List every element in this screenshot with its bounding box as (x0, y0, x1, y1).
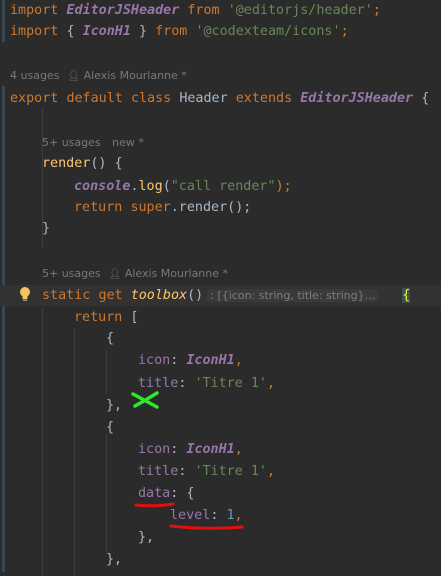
status-label[interactable]: new * (112, 136, 144, 149)
code-line-object-close[interactable]: }, (0, 549, 441, 570)
keyword: return (74, 310, 123, 325)
keyword: super (130, 200, 171, 215)
method-name: render (42, 156, 91, 171)
punctuation: . (130, 179, 139, 194)
code-line-toolbox-getter[interactable]: static get toolbox(): [{icon: string, ti… (0, 285, 441, 306)
codevision-hint-render[interactable]: 5+ usages new * (0, 134, 441, 152)
comma: , (234, 353, 243, 368)
code-line-icon-property[interactable]: icon: IconH1, (0, 439, 441, 460)
class-name: EditorJSHeader (66, 3, 180, 18)
codevision-hint-toolbox[interactable]: 5+ usages 👤︎ Alexis Mourlanne * (0, 265, 441, 283)
brace: { (106, 420, 115, 435)
code-line-data-property[interactable]: data: { (0, 483, 441, 504)
comma: , (267, 464, 276, 479)
keyword: static (42, 288, 91, 303)
property-key: data (138, 486, 171, 501)
keyword: import (10, 24, 59, 39)
keyword: get (98, 288, 123, 303)
brace: }, (106, 398, 123, 413)
matched-brace: { (402, 288, 411, 303)
class-name: IconH1 (82, 24, 131, 39)
code-line-object-open[interactable]: { (0, 417, 441, 438)
code-line-import-header[interactable]: import EditorJSHeader from '@editorjs/he… (0, 0, 441, 21)
semicolon: ; (340, 24, 349, 39)
usages-link[interactable]: 4 usages (10, 69, 59, 82)
string-literal: "call render" (170, 179, 276, 194)
author-label[interactable]: Alexis Mourlanne * (125, 267, 228, 280)
code-editor[interactable]: import EditorJSHeader from '@editorjs/he… (0, 0, 441, 576)
green-x-annotation (131, 391, 159, 409)
punctuation: : { (170, 486, 195, 501)
string-literal: '@codexteam/icons' (195, 24, 341, 39)
code-line-title-property[interactable]: title: 'Titre 1', (0, 461, 441, 482)
bracket: [ (122, 310, 139, 325)
string-literal: 'Titre 1' (194, 376, 267, 391)
keyword: extends (235, 91, 293, 106)
method-name: log (138, 179, 163, 194)
punctuation: : (170, 353, 187, 368)
codevision-hint-class[interactable]: 4 usages 👤︎ Alexis Mourlanne * (0, 67, 441, 85)
punctuation: () { (90, 156, 123, 171)
semicolon: ; (372, 3, 381, 18)
lightbulb-icon[interactable] (18, 286, 32, 302)
keyword: class (130, 91, 172, 106)
brace: }, (138, 530, 155, 545)
punctuation: : (178, 464, 195, 479)
string-literal: '@editorjs/header' (227, 3, 373, 18)
user-icon: 👤︎ (108, 269, 122, 280)
keyword: from (187, 3, 220, 18)
code-line-close-brace[interactable]: } (0, 218, 441, 239)
number-literal: 1 (226, 508, 235, 523)
property-key: title (138, 464, 179, 479)
property-key: title (138, 376, 179, 391)
code-line-return-super[interactable]: return super.render(); (0, 197, 441, 218)
code-line-import-icons[interactable]: import { IconH1 } from '@codexteam/icons… (0, 21, 441, 42)
punctuation: ); (275, 179, 292, 194)
identifier: IconH1 (186, 353, 235, 368)
usages-link[interactable]: 5+ usages (42, 267, 101, 280)
property-key: icon (138, 353, 171, 368)
brace: { (106, 331, 115, 346)
keyword: import (10, 3, 59, 18)
user-icon: 👤︎ (67, 71, 81, 82)
comma: , (267, 376, 276, 391)
brace: } (130, 24, 148, 39)
method-name: toolbox (130, 288, 188, 303)
property-key: level (170, 508, 211, 523)
code-line-class-declaration[interactable]: export default class Header extends Edit… (0, 88, 441, 109)
property-key: icon (138, 442, 171, 457)
author-label[interactable]: Alexis Mourlanne * (84, 69, 187, 82)
code-line-render-method[interactable]: render() { (0, 153, 441, 174)
brace: }, (106, 552, 123, 567)
class-name: Header (179, 91, 228, 106)
punctuation: () (187, 288, 204, 303)
brace: } (42, 221, 51, 236)
punctuation: : (210, 508, 227, 523)
code-line-icon-property[interactable]: icon: IconH1, (0, 350, 441, 371)
punctuation: ( (162, 179, 171, 194)
usages-link[interactable]: 5+ usages (42, 136, 101, 149)
code-line-object-open[interactable]: { (0, 328, 441, 349)
global-object: console (74, 179, 131, 194)
string-literal: 'Titre 1' (194, 464, 267, 479)
inlay-type-hint[interactable]: : [{icon: string, title: string}... (207, 289, 379, 302)
code-line-object-close[interactable]: }, (0, 395, 441, 416)
brace: { (66, 24, 83, 39)
punctuation: .render(); (170, 200, 252, 215)
keyword: default (66, 91, 123, 106)
brace: { (421, 91, 430, 106)
punctuation: : (178, 376, 195, 391)
identifier: IconH1 (186, 442, 235, 457)
keyword: from (155, 24, 188, 39)
punctuation: : (170, 442, 187, 457)
keyword: return (74, 200, 123, 215)
comma: , (234, 442, 243, 457)
code-line-title-property[interactable]: title: 'Titre 1', (0, 373, 441, 394)
comma: , (234, 508, 243, 523)
code-line-data-close[interactable]: }, (0, 527, 441, 548)
code-line-return-array[interactable]: return [ (0, 307, 441, 328)
keyword: export (10, 91, 59, 106)
class-name: EditorJSHeader (300, 91, 414, 106)
code-line-console-log[interactable]: console.log("call render"); (0, 176, 441, 197)
